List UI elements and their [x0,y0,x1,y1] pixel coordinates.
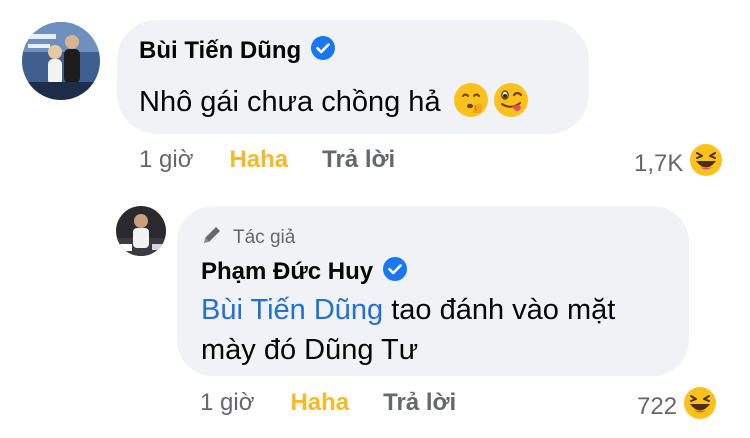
reply-reply-button[interactable]: Trả lời [383,389,456,417]
reply-reaction-count[interactable]: 722 [637,386,717,427]
comment-haha-reaction-button[interactable]: Haha [229,146,288,174]
winking-tongue-emoji [493,82,529,123]
comment-timestamp[interactable]: 1 giờ [139,146,193,174]
reply-text: Bùi Tiến Dũng tao đánh vào mặt mày đó Dũ… [201,290,615,370]
reply-text-line2: mày đó Dũng Tư [201,334,419,366]
comment-text: Nhô gái chưa chồng hả [139,86,441,118]
comment-reply-button[interactable]: Trả lời [322,146,395,174]
shushing-face-emoji [453,82,489,123]
reply-author-name[interactable]: Phạm Đức Huy [201,258,373,286]
comment-actions: 1 giờ Haha Trả lời [139,146,395,174]
verified-badge-icon [311,36,336,65]
avatar-replier[interactable] [116,206,166,256]
comment-reaction-count[interactable]: 1,7K [634,143,723,184]
comment-bubble: Bùi Tiến Dũng Nhô gái chưa chồng hả [117,20,589,134]
reply-haha-reaction-button[interactable]: Haha [290,389,349,417]
reply-text-line1: tao đánh vào mặt [383,294,616,326]
pencil-icon [201,224,223,251]
comment-author-name[interactable]: Bùi Tiến Dũng [139,37,301,65]
reply-actions: 1 giờ Haha Trả lời [200,389,456,417]
haha-reaction-icon [683,386,717,427]
reply-bubble: Tác giả Phạm Đức Huy Bùi Tiến Dũng tao đ… [177,206,689,376]
mention-link[interactable]: Bùi Tiến Dũng [201,294,383,326]
reply-timestamp[interactable]: 1 giờ [200,389,254,417]
comment-reaction-count-value: 1,7K [634,149,684,177]
reply-reaction-count-value: 722 [637,392,678,420]
verified-badge-icon [383,257,408,286]
author-badge: Tác giả [233,226,296,248]
avatar-commenter[interactable] [22,22,100,100]
haha-reaction-icon [689,143,723,184]
